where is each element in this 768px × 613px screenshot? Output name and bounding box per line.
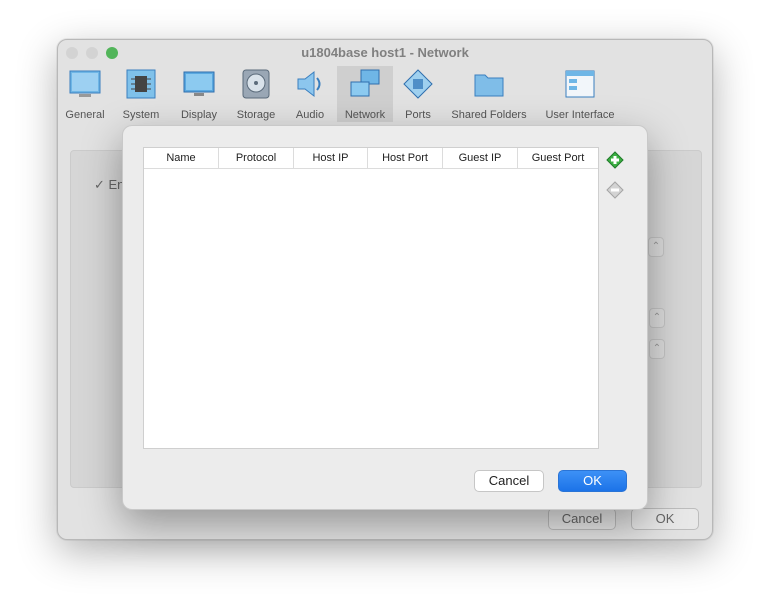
column-guest-port[interactable]: Guest Port xyxy=(518,148,598,168)
window-ok-button[interactable]: OK xyxy=(631,508,699,530)
window-title: u1804base host1 - Network xyxy=(301,45,469,60)
general-icon xyxy=(69,70,101,97)
toolbar-label-general: General xyxy=(65,109,105,121)
promiscuous-popup-arrows[interactable]: ⌃ xyxy=(649,339,665,359)
toolbar-item-shared-folders[interactable]: Shared Folders xyxy=(446,66,532,122)
remove-rule-button[interactable] xyxy=(604,178,626,200)
disk-icon xyxy=(242,69,270,99)
settings-toolbar: General System Display Storage Audio Net… xyxy=(58,66,712,122)
user-interface-icon xyxy=(565,70,595,98)
attached-to-popup-arrows[interactable]: ⌃ xyxy=(648,237,664,257)
column-guest-ip[interactable]: Guest IP xyxy=(443,148,518,168)
adapter-type-popup-arrows[interactable]: ⌃ xyxy=(649,308,665,328)
toolbar-item-network[interactable]: Network xyxy=(337,66,393,122)
toolbar-label-user-interface: User Interface xyxy=(545,109,615,121)
title-bar: u1804base host1 - Network xyxy=(58,40,712,66)
toolbar-item-storage[interactable]: Storage xyxy=(232,66,280,122)
toolbar-label-display: Display xyxy=(180,109,218,121)
toolbar-label-shared-folders: Shared Folders xyxy=(451,109,527,121)
add-rule-button[interactable] xyxy=(604,148,626,170)
window-cancel-button[interactable]: Cancel xyxy=(548,508,616,530)
port-forwarding-dialog: Name Protocol Host IP Host Port Guest IP… xyxy=(122,125,648,510)
dialog-cancel-button[interactable]: Cancel xyxy=(474,470,544,492)
column-protocol[interactable]: Protocol xyxy=(219,148,294,168)
toolbar-label-audio: Audio xyxy=(295,109,325,121)
toolbar-item-display[interactable]: Display xyxy=(176,66,222,122)
column-host-port[interactable]: Host Port xyxy=(368,148,443,168)
table-header: Name Protocol Host IP Host Port Guest IP… xyxy=(144,148,598,169)
toolbar-label-network: Network xyxy=(344,109,386,121)
display-icon xyxy=(183,71,215,96)
ports-icon xyxy=(403,69,433,99)
toolbar-label-storage: Storage xyxy=(236,109,276,121)
dialog-ok-button[interactable]: OK xyxy=(558,470,627,492)
toolbar-item-user-interface[interactable]: User Interface xyxy=(538,66,622,122)
remove-rule-icon xyxy=(606,181,624,199)
network-icon xyxy=(350,69,380,97)
enable-adapter-checkbox[interactable]: ✓ En xyxy=(94,177,124,193)
toolbar-label-system: System xyxy=(122,109,160,121)
speaker-icon xyxy=(297,70,321,98)
toolbar-item-general[interactable]: General xyxy=(62,66,108,122)
column-host-ip[interactable]: Host IP xyxy=(294,148,368,168)
folder-icon xyxy=(474,74,504,97)
chip-icon xyxy=(126,69,156,99)
toolbar-item-system[interactable]: System xyxy=(116,66,166,122)
column-name[interactable]: Name xyxy=(144,148,219,168)
toolbar-item-audio[interactable]: Audio xyxy=(288,66,332,122)
toolbar-item-ports[interactable]: Ports xyxy=(398,66,438,122)
toolbar-label-ports: Ports xyxy=(405,109,431,121)
add-rule-icon xyxy=(606,151,624,169)
port-forwarding-table[interactable]: Name Protocol Host IP Host Port Guest IP… xyxy=(143,147,599,449)
